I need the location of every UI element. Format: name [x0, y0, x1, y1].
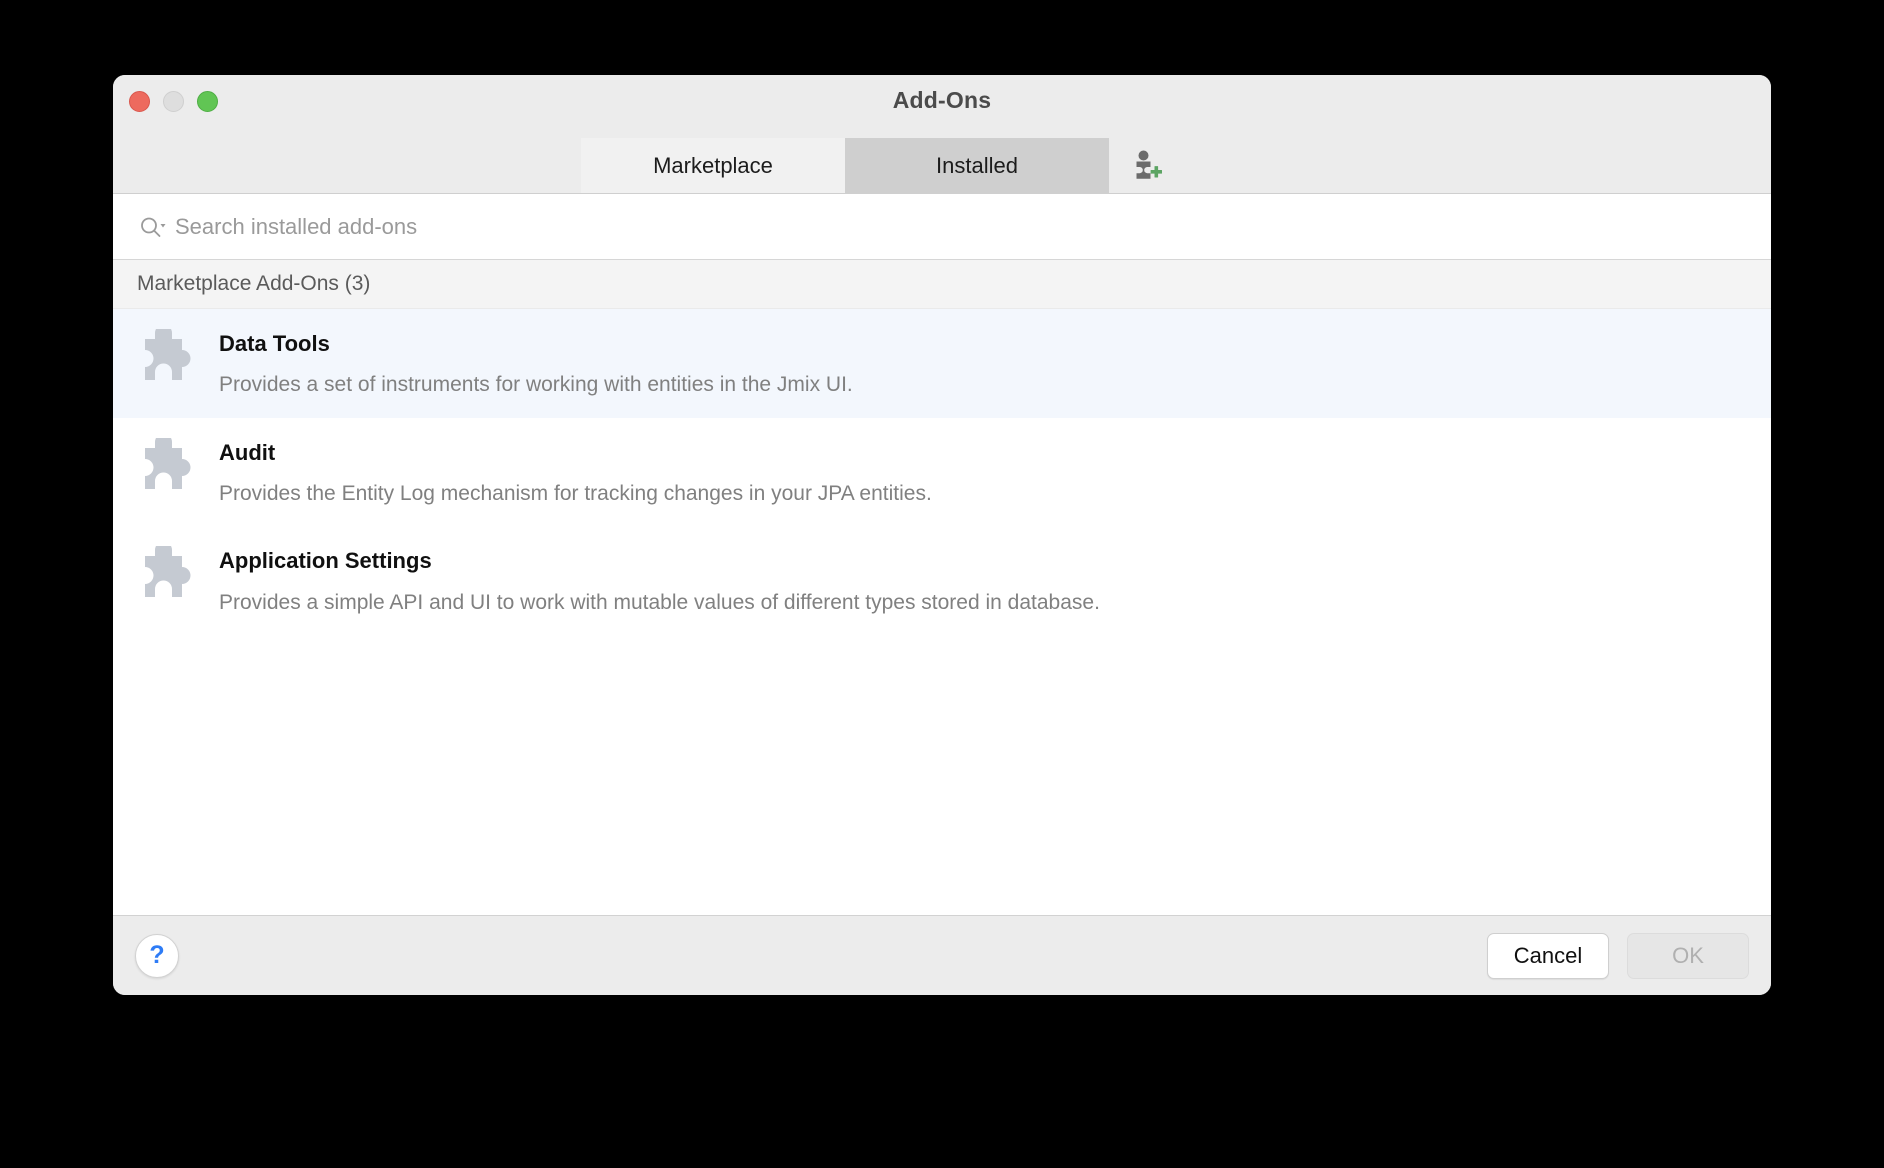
- puzzle-icon: [145, 329, 191, 380]
- section-header-marketplace-addons: Marketplace Add-Ons (3): [113, 260, 1771, 309]
- tab-strip: Marketplace Installed: [113, 138, 1771, 193]
- puzzle-icon-wrapper: [137, 436, 215, 500]
- tab-installed[interactable]: Installed: [845, 138, 1109, 193]
- addon-name: Audit: [219, 439, 276, 465]
- puzzle-icon: [145, 437, 191, 489]
- plugin-add-icon: [1136, 150, 1162, 179]
- puzzle-icon-wrapper: [137, 327, 215, 391]
- addon-name: Application Settings: [219, 548, 432, 574]
- search-bar[interactable]: [113, 193, 1771, 260]
- install-plugin-from-disk-button[interactable]: [1109, 138, 1183, 193]
- list-item[interactable]: Application Settings Provides a simple A…: [113, 526, 1771, 635]
- question-mark-icon: ?: [149, 941, 165, 969]
- window-titlebar: Add-Ons Marketplace Installed: [113, 75, 1771, 193]
- list-item[interactable]: Audit Provides the Entity Log mechanism …: [113, 417, 1771, 527]
- puzzle-icon-wrapper: [137, 544, 215, 608]
- addon-description: Provides the Entity Log mechanism for tr…: [219, 481, 932, 505]
- addon-description: Provides a set of instruments for workin…: [219, 373, 853, 397]
- help-button[interactable]: ?: [135, 933, 179, 978]
- ok-button-label: OK: [1672, 942, 1704, 968]
- screen: Add-Ons Marketplace Installed Search ins…: [0, 0, 1884, 1168]
- dialog-footer: ? Cancel OK: [113, 915, 1771, 995]
- window-title: Add-Ons: [892, 87, 992, 113]
- list-item[interactable]: Data Tools Provides a set of instruments…: [113, 309, 1771, 418]
- puzzle-icon: [145, 546, 191, 598]
- cancel-button[interactable]: Cancel: [1487, 932, 1609, 979]
- addons-list: Marketplace Add-Ons (3) Data Tools Provi…: [113, 260, 1771, 915]
- addon-text: Audit Provides the Entity Log mechanism …: [215, 436, 1747, 507]
- section-header-label: Marketplace Add-Ons (3): [137, 272, 371, 295]
- search-input[interactable]: [175, 206, 1753, 247]
- add-ons-dialog: Add-Ons Marketplace Installed Search ins…: [113, 75, 1771, 995]
- addon-text: Data Tools Provides a set of instruments…: [215, 327, 1747, 398]
- addon-text: Application Settings Provides a simple A…: [215, 544, 1747, 615]
- search-icon-wrapper[interactable]: [131, 215, 175, 239]
- tab-group: Marketplace Installed: [581, 138, 1183, 193]
- cancel-button-label: Cancel: [1513, 942, 1583, 968]
- tab-marketplace[interactable]: Marketplace: [581, 138, 845, 193]
- tab-marketplace-label: Marketplace: [653, 152, 773, 178]
- ok-button[interactable]: OK: [1627, 932, 1749, 979]
- tab-installed-label: Installed: [936, 152, 1018, 178]
- addon-name: Data Tools: [219, 331, 330, 356]
- search-icon: [141, 217, 166, 237]
- addon-description: Provides a simple API and UI to work wit…: [219, 590, 1100, 614]
